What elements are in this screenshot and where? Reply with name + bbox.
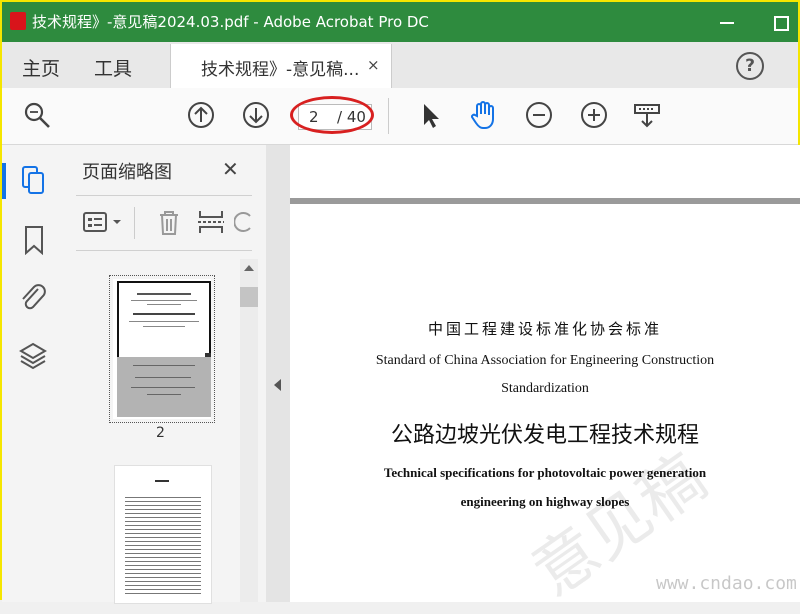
- menu-tools[interactable]: 工具: [94, 54, 132, 81]
- document-org-en-line1: Standard of China Association for Engine…: [375, 353, 715, 368]
- thumbnails-panel-title: 页面缩略图: [82, 162, 172, 183]
- panel-divider-2: [76, 250, 252, 251]
- rotate-icon[interactable]: [234, 207, 254, 237]
- minimize-button[interactable]: [712, 10, 742, 34]
- scroll-mode-icon[interactable]: [632, 100, 662, 130]
- page-thumbnail-2[interactable]: [109, 275, 215, 423]
- thumbnail-selection-frame: [117, 281, 211, 359]
- zoom-in-icon[interactable]: [579, 100, 609, 130]
- acrobat-app-icon: [10, 12, 26, 30]
- collapse-arrow-icon[interactable]: [274, 379, 281, 391]
- delete-icon[interactable]: [154, 207, 184, 237]
- active-indicator: [2, 163, 6, 199]
- toolbar: 2 / 40: [2, 88, 798, 145]
- scroll-thumb[interactable]: [240, 287, 258, 307]
- help-icon[interactable]: ?: [736, 52, 764, 80]
- layers-icon[interactable]: [18, 340, 48, 372]
- panel-divider: [76, 195, 252, 196]
- document-viewer[interactable]: 中国工程建设标准化协会标准 Standard of China Associat…: [290, 145, 800, 611]
- left-navigation-pane: [2, 145, 65, 602]
- attachments-icon[interactable]: [18, 281, 48, 313]
- title-bar: 技术规程》-意见稿2024.03.pdf - Adobe Acrobat Pro…: [2, 2, 798, 42]
- zoom-out-icon[interactable]: [524, 100, 554, 130]
- document-title-en-line2: engineering on highway slopes: [460, 494, 630, 509]
- menu-bar: 主页 工具 技术规程》-意见稿... × ?: [2, 42, 798, 88]
- previous-page-icon[interactable]: [186, 100, 216, 130]
- thumbnails-scrollbar[interactable]: [240, 259, 258, 602]
- page-thumbnail-3[interactable]: [114, 465, 212, 604]
- thumbnail-options-icon[interactable]: [82, 209, 128, 235]
- hand-tool-icon[interactable]: [468, 100, 498, 130]
- next-page-icon[interactable]: [241, 100, 271, 130]
- document-title-cn: 公路边坡光伏发电工程技术规程: [390, 423, 699, 448]
- menu-home[interactable]: 主页: [22, 54, 60, 81]
- panel-toolbar-divider: [134, 207, 135, 239]
- window-title: 技术规程》-意见稿2024.03.pdf - Adobe Acrobat Pro…: [32, 13, 429, 31]
- select-cursor-icon[interactable]: [416, 100, 446, 130]
- bookmarks-icon[interactable]: [22, 225, 46, 255]
- thumbnail-page-label: 2: [156, 425, 165, 441]
- red-annotation-circle: [290, 96, 374, 134]
- page-thumbnails-icon[interactable]: [20, 165, 48, 197]
- tab-close-icon[interactable]: ×: [367, 56, 380, 74]
- insert-pages-icon[interactable]: [196, 207, 226, 237]
- document-org-cn: 中国工程建设标准化协会标准: [427, 320, 662, 338]
- document-org-en-line2: Standardization: [501, 381, 589, 396]
- maximize-button[interactable]: [766, 10, 796, 34]
- thumbnails-panel: 页面缩略图 ✕ 2: [64, 145, 267, 604]
- scroll-up-arrow-icon[interactable]: [244, 265, 254, 271]
- site-watermark: www.cndao.com: [656, 573, 797, 594]
- search-zoom-icon[interactable]: [22, 100, 52, 130]
- collapse-pane-strip: [266, 145, 290, 602]
- document-tab[interactable]: 技术规程》-意见稿... ×: [170, 44, 392, 88]
- close-panel-icon[interactable]: ✕: [222, 157, 239, 181]
- document-tab-label: 技术规程》-意见稿...: [201, 60, 360, 80]
- toolbar-divider: [388, 98, 389, 134]
- document-title-en-line1: Technical specifications for photovoltai…: [383, 465, 707, 480]
- page-top-edge: [290, 198, 800, 204]
